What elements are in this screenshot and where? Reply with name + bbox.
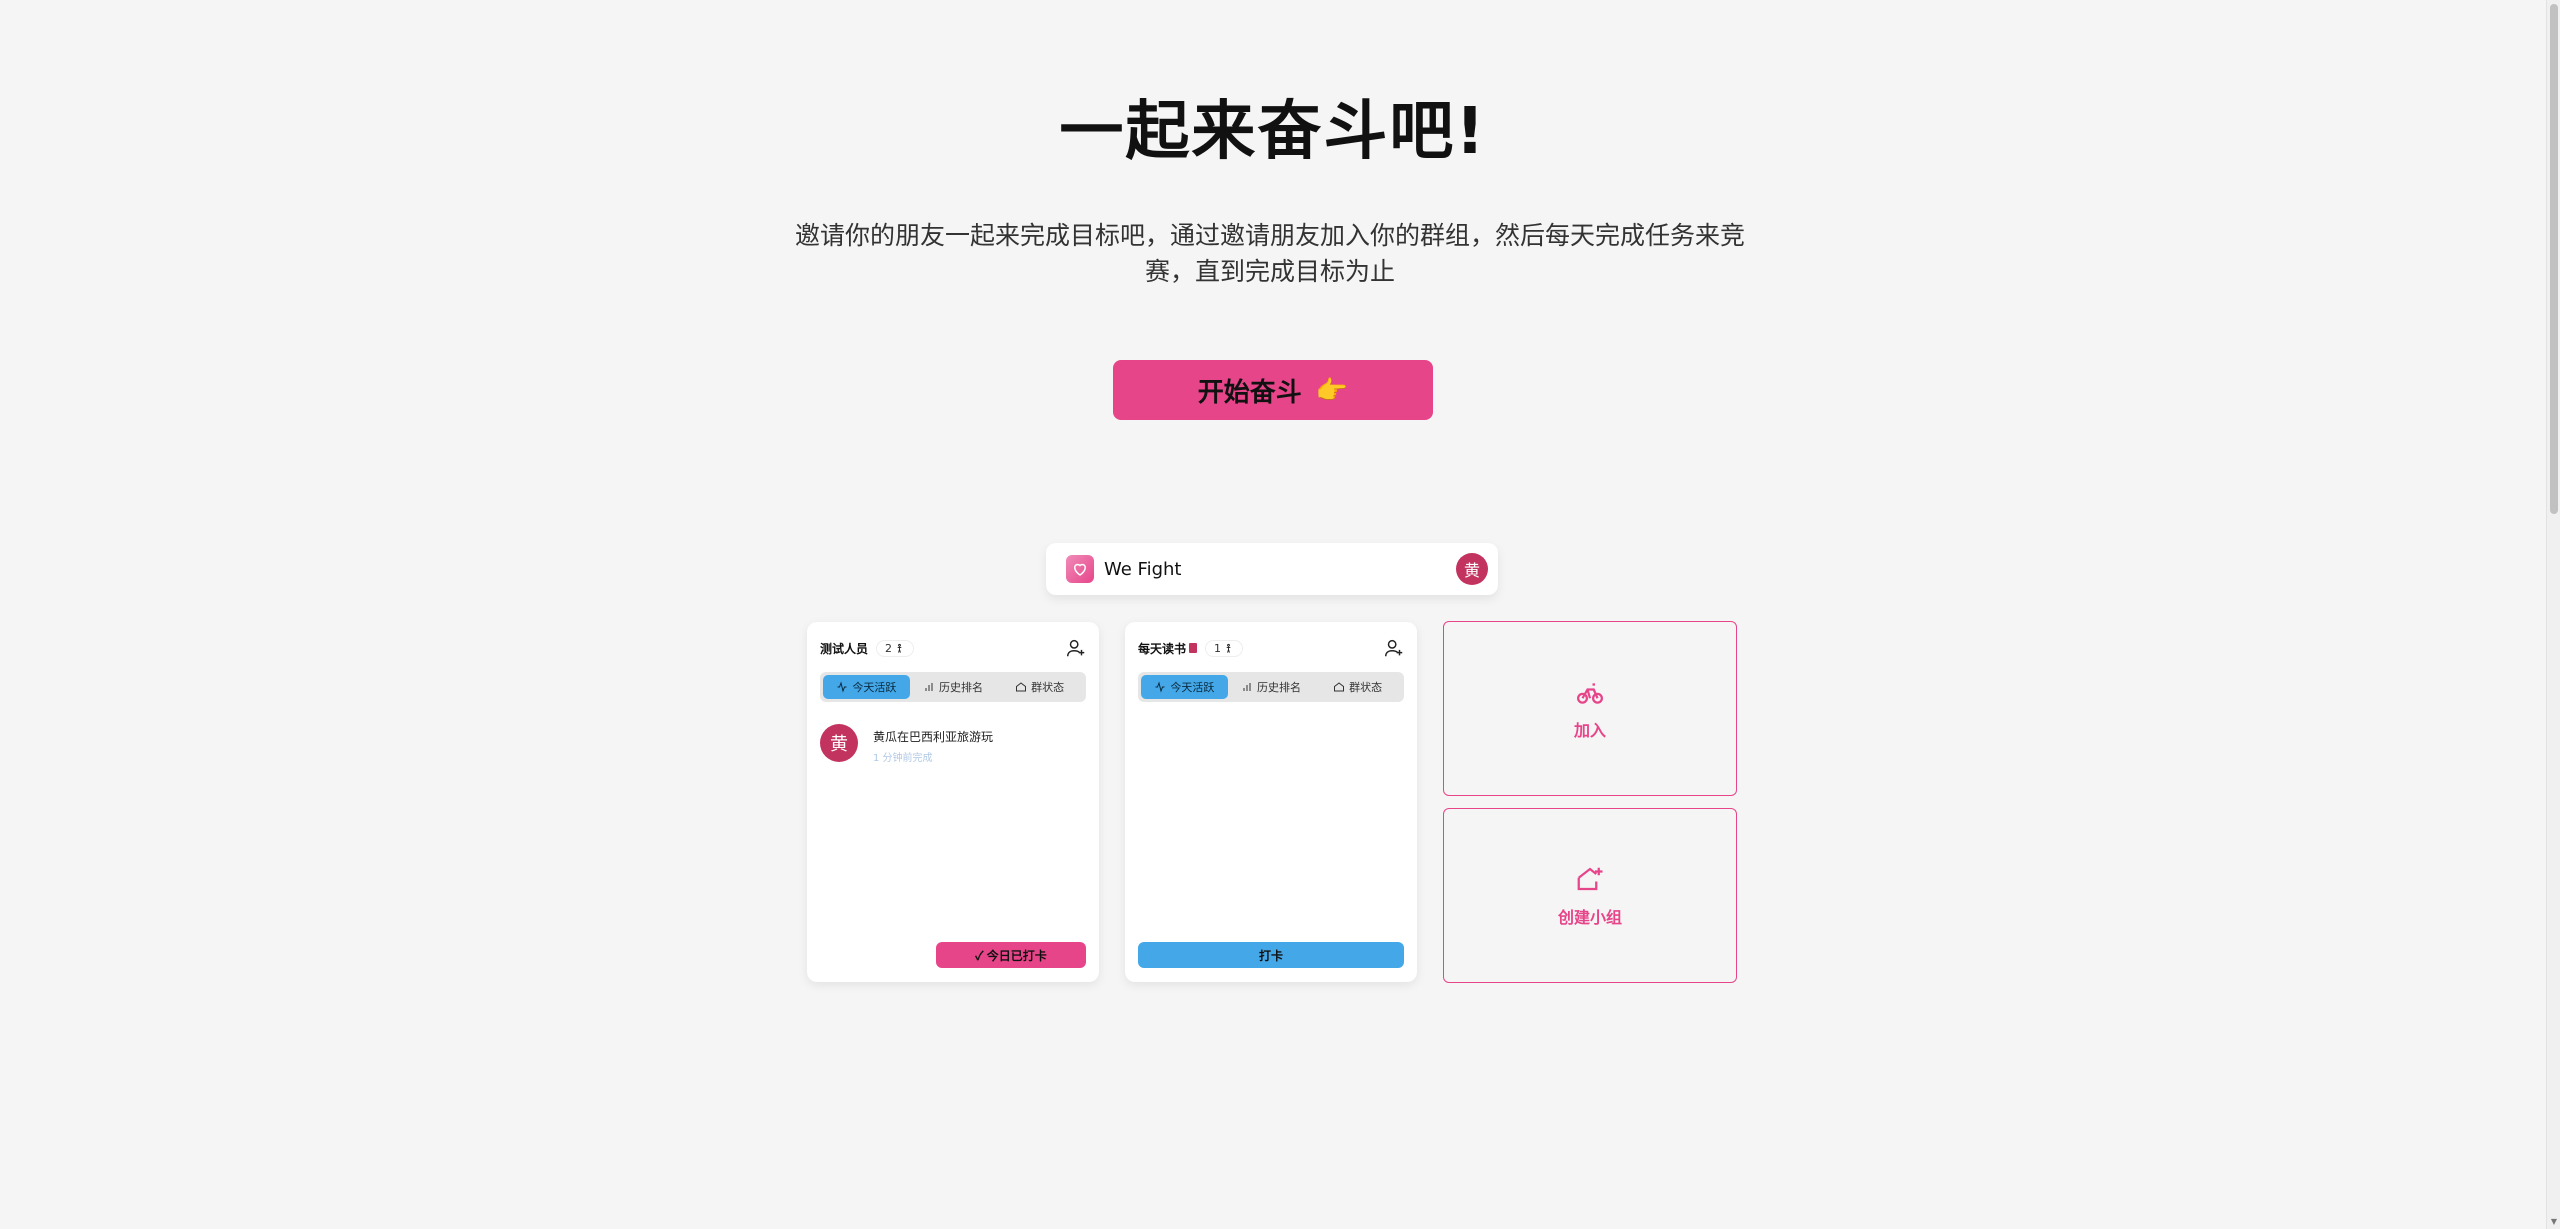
feed-time: 1 分钟前完成 bbox=[873, 753, 933, 764]
check-in-button[interactable]: 打卡 bbox=[1138, 942, 1404, 968]
tab-label: 历史排名 bbox=[1257, 681, 1301, 694]
app-name: We Fight bbox=[1104, 558, 1182, 580]
house-plus-icon bbox=[1577, 867, 1603, 890]
person-icon bbox=[897, 643, 902, 653]
group-card-header: 每天读书 1 bbox=[1138, 636, 1405, 660]
tab-history-ranking[interactable]: 历史排名 bbox=[910, 675, 997, 699]
activity-icon bbox=[1155, 681, 1165, 693]
app-header: We Fight 黄 bbox=[1046, 543, 1498, 595]
member-count: 2 bbox=[885, 641, 893, 655]
tab-label: 历史排名 bbox=[939, 681, 983, 694]
add-user-icon[interactable] bbox=[1383, 637, 1405, 659]
create-group-tile[interactable]: 创建小组 bbox=[1443, 808, 1737, 983]
group-card-daily-reading: 每天读书 1 今天活跃 历史排名 群状态 打卡 bbox=[1125, 622, 1417, 982]
activity-icon bbox=[837, 681, 847, 693]
group-tabs: 今天活跃 历史排名 群状态 bbox=[820, 672, 1086, 702]
app-logo-icon[interactable] bbox=[1066, 555, 1094, 583]
group-card-testers: 测试人员 2 今天活跃 历史排名 群状态 黄 黄瓜在巴西利亚旅游玩 1 分钟前完… bbox=[807, 622, 1099, 982]
member-count: 1 bbox=[1214, 641, 1222, 655]
pointing-hand-icon: 👉 bbox=[1315, 374, 1349, 405]
checked-in-button[interactable]: ✓ 今日已打卡 bbox=[936, 942, 1086, 968]
person-icon bbox=[1226, 643, 1231, 653]
page-scrollbar[interactable]: ▼ bbox=[2546, 0, 2560, 1229]
tab-history-ranking[interactable]: 历史排名 bbox=[1228, 675, 1315, 699]
hero-subtitle: 邀请你的朋友一起来完成目标吧，通过邀请朋友加入你的群组，然后每天完成任务来竞赛，… bbox=[794, 221, 1745, 286]
join-group-tile[interactable]: 加入 bbox=[1443, 621, 1737, 796]
start-button[interactable]: 开始奋斗 👉 bbox=[1113, 360, 1433, 420]
member-count-badge: 2 bbox=[876, 639, 915, 657]
add-user-icon[interactable] bbox=[1065, 637, 1087, 659]
join-label: 加入 bbox=[1573, 720, 1606, 740]
tab-group-status[interactable]: 群状态 bbox=[996, 675, 1083, 699]
feed-message: 黄瓜在巴西利亚旅游玩 bbox=[873, 730, 994, 744]
tab-today-active[interactable]: 今天活跃 bbox=[1141, 675, 1228, 699]
page: 一起来奋斗吧! 邀请你的朋友一起来完成目标吧，通过邀请朋友加入你的群组，然后每天… bbox=[0, 0, 2560, 1229]
bicycle-icon bbox=[1577, 682, 1603, 704]
member-count-badge: 1 bbox=[1205, 639, 1244, 657]
book-tag-icon bbox=[1189, 643, 1198, 653]
scroll-down-arrow-icon[interactable]: ▼ bbox=[2549, 1217, 2559, 1227]
tab-label: 群状态 bbox=[1031, 681, 1065, 694]
group-name: 每天读书 bbox=[1138, 641, 1187, 656]
house-icon bbox=[1334, 682, 1345, 692]
start-button-label: 开始奋斗 bbox=[1197, 376, 1302, 407]
group-tabs: 今天活跃 历史排名 群状态 bbox=[1138, 672, 1404, 702]
bar-chart-icon bbox=[1243, 683, 1251, 691]
house-icon bbox=[1016, 682, 1027, 692]
user-avatar[interactable]: 黄 bbox=[1456, 553, 1488, 585]
create-group-label: 创建小组 bbox=[1557, 907, 1622, 927]
tab-today-active[interactable]: 今天活跃 bbox=[823, 675, 910, 699]
tab-label: 今天活跃 bbox=[1170, 681, 1215, 694]
tab-label: 群状态 bbox=[1349, 681, 1383, 694]
avatar[interactable]: 黄 bbox=[820, 724, 858, 762]
list-item: 黄 黄瓜在巴西利亚旅游玩 1 分钟前完成 bbox=[820, 724, 993, 764]
hero-title: 一起来奋斗吧! bbox=[1059, 95, 1487, 169]
tab-label: 今天活跃 bbox=[852, 681, 897, 694]
tab-group-status[interactable]: 群状态 bbox=[1314, 675, 1401, 699]
group-name: 测试人员 bbox=[820, 641, 869, 656]
group-card-header: 测试人员 2 bbox=[820, 636, 1087, 660]
bar-chart-icon bbox=[925, 683, 933, 691]
scrollbar-thumb[interactable] bbox=[2550, 4, 2558, 514]
